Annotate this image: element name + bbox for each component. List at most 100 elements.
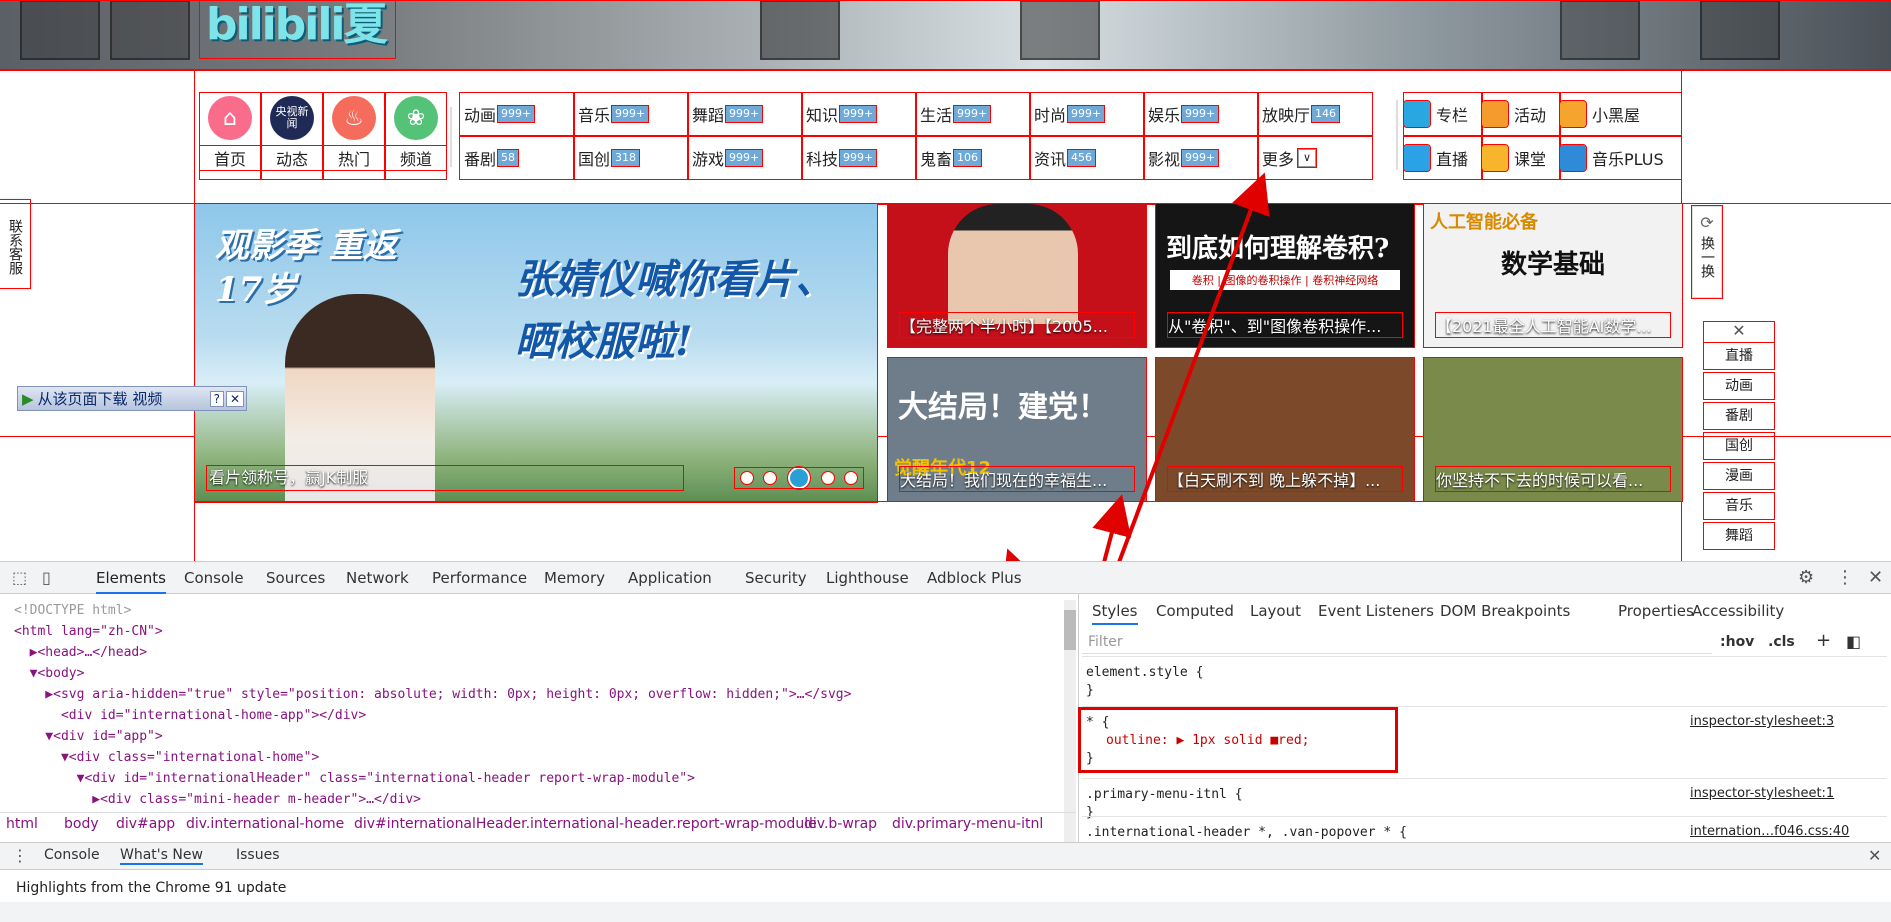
devtools-tab[interactable]: Network [346,562,409,594]
devtools-tab[interactable]: Lighthouse [826,562,909,594]
video-card[interactable]: 【白天刷不到 晚上躲不掉】... [1155,357,1415,502]
breadcrumb-item[interactable]: div#internationalHeader.international-he… [354,816,817,832]
styles-subtab[interactable]: Layout [1250,602,1301,620]
breadcrumb-item[interactable]: div.primary-menu-itnl [892,816,1043,832]
category-item[interactable]: 娱乐 999+ [1143,92,1259,136]
devtools-tab[interactable]: Sources [266,562,325,594]
styles-filter-input[interactable]: Filter [1082,630,1712,654]
dom-node-line[interactable]: ▼<div class="international-home"> [14,747,319,768]
css-rule-source-link[interactable]: inspector-stylesheet:3 [1690,714,1834,729]
dom-node-line[interactable]: <!DOCTYPE html> [14,600,131,621]
styles-subtab[interactable]: Styles [1092,602,1138,625]
nav-item[interactable]: ❀ 频道 [385,92,447,180]
right-link[interactable]: 小黑屋 [1559,92,1682,136]
nav-item[interactable]: ♨ 热门 [323,92,385,180]
styles-subtab[interactable]: Computed [1156,602,1234,620]
drawer-tab[interactable]: What's New [120,847,203,865]
nav-item[interactable]: 央视新闻 动态 [261,92,323,180]
devtools-tab[interactable]: Memory [544,562,605,594]
category-item[interactable]: 科技 999+ [801,136,917,180]
close-drawer-icon[interactable]: ✕ [1868,846,1881,865]
category-item[interactable]: 时尚 999+ [1029,92,1145,136]
category-item[interactable]: 动画 999+ [459,92,575,136]
category-item[interactable]: 生活 999+ [915,92,1031,136]
contact-service-button[interactable]: 联系客服 [0,199,31,289]
drawer-tab[interactable]: Console [44,847,100,863]
category-item[interactable]: 国创 318 [573,136,689,180]
side-nav-close-icon[interactable]: ✕ [1703,321,1775,343]
settings-gear-icon[interactable]: ⚙ [1798,567,1814,588]
styles-subtab[interactable]: Properties [1618,602,1694,620]
video-card[interactable]: 数学基础 人工智能必备 【2021最全人工智能AI数学... [1423,203,1683,348]
css-rule-selector[interactable]: .international-header *, .van-popover * … [1086,822,1407,843]
side-nav-item[interactable]: 直播 [1703,342,1775,370]
right-link[interactable]: 课堂 [1481,136,1561,180]
add-rule-icon[interactable]: + [1816,630,1831,651]
side-nav-item[interactable]: 国创 [1703,432,1775,460]
devtools-tab[interactable]: Console [184,562,244,594]
video-card[interactable]: 你坚持不下去的时候可以看... [1423,357,1683,502]
category-item[interactable]: 舞蹈 999+ [687,92,803,136]
category-item[interactable]: 资讯 456 [1029,136,1145,180]
side-nav-item[interactable]: 音乐 [1703,492,1775,520]
styles-subtab[interactable]: Accessibility [1692,602,1784,620]
dom-node-line[interactable]: <div id="international-home-app"></div> [14,705,366,726]
css-rule-selector[interactable]: .primary-menu-itnl { [1086,784,1243,805]
carousel-dot[interactable] [820,471,835,485]
help-icon[interactable]: ? [209,390,224,407]
category-item[interactable]: 放映厅 146 [1257,92,1373,136]
hero-carousel[interactable]: 观影季 重返17岁 张婧仪喊你看片、晒校服啦! 看片领称号，赢JK制服 [194,203,878,503]
drawer-menu-icon[interactable]: ⋮ [12,846,28,865]
side-nav-item[interactable]: 番剧 [1703,402,1775,430]
dom-node-line[interactable]: <html lang="zh-CN"> [14,621,163,642]
styles-subtab[interactable]: Event Listeners [1318,602,1434,620]
carousel-dot[interactable] [844,471,859,485]
devtools-tab[interactable]: Adblock Plus [927,562,1022,594]
nav-item[interactable]: ⌂ 首页 [199,92,261,180]
refresh-button[interactable]: ⟳ 换一换 [1691,205,1723,299]
right-link[interactable]: 活动 [1481,92,1561,136]
dom-node-line[interactable]: ▶<div class="mini-header m-header">…</di… [14,789,421,810]
video-card[interactable]: 到底如何理解卷积? 卷积 | 图像的卷积操作 | 卷积神经网络 从"卷积"、到"图像… [1155,203,1415,348]
breadcrumb-item[interactable]: body [64,816,99,832]
more-options-icon[interactable]: ⋮ [1836,567,1854,588]
video-card[interactable]: 大结局！建党！ 觉醒年代12 大结局！我们现在的幸福生... [887,357,1147,502]
close-icon[interactable]: ✕ [225,390,244,407]
category-item[interactable]: 影视 999+ [1143,136,1259,180]
category-item[interactable]: 音乐 999+ [573,92,689,136]
dom-node-line[interactable]: ▼<div id="app"> [14,726,162,747]
breadcrumb-item[interactable]: html [6,816,38,832]
chevron-down-icon[interactable]: ∨ [1297,148,1318,168]
right-link[interactable]: 直播 [1403,136,1483,180]
devtools-tab[interactable]: Application [628,562,712,594]
carousel-dot[interactable] [763,471,778,485]
category-item[interactable]: 游戏 999+ [687,136,803,180]
hero-caption[interactable]: 看片领称号，赢JK制服 [206,465,684,491]
css-rule-selector[interactable]: element.style { [1086,662,1203,683]
inspect-element-icon[interactable]: ⬚ [12,568,27,587]
category-item[interactable]: 更多 ∨ [1257,136,1373,180]
dom-node-line[interactable]: ▼<body> [14,663,85,684]
carousel-dot-active[interactable] [786,466,811,490]
dom-node-line[interactable]: ▼<div id="internationalHeader" class="in… [14,768,695,789]
dom-scrollbar[interactable] [1064,600,1076,844]
right-link[interactable]: 专栏 [1403,92,1483,136]
category-item[interactable]: 番剧 58 [459,136,575,180]
breadcrumb-item[interactable]: div#app [116,816,175,832]
category-item[interactable]: 知识 999+ [801,92,917,136]
side-nav-item[interactable]: 动画 [1703,372,1775,400]
dom-node-line[interactable]: ▶<head>…</head> [14,642,147,663]
devtools-tab[interactable]: Security [745,562,807,594]
css-rule-source-link[interactable]: inspector-stylesheet:1 [1690,786,1834,801]
drawer-tab[interactable]: Issues [236,847,280,863]
breadcrumb-item[interactable]: div.international-home [186,816,344,832]
carousel-dot[interactable] [739,471,754,485]
close-devtools-icon[interactable]: ✕ [1868,567,1883,588]
styles-subtab[interactable]: DOM Breakpoints [1440,602,1570,620]
right-link[interactable]: 音乐PLUS [1559,136,1682,180]
side-nav-item[interactable]: 舞蹈 [1703,522,1775,550]
device-toolbar-icon[interactable]: ▯ [42,568,51,587]
video-card[interactable]: 【完整两个半小时】【2005... [887,203,1147,348]
download-video-bar[interactable]: ▶ 从该页面下载 视频 ? ✕ [17,386,247,411]
category-item[interactable]: 鬼畜 106 [915,136,1031,180]
